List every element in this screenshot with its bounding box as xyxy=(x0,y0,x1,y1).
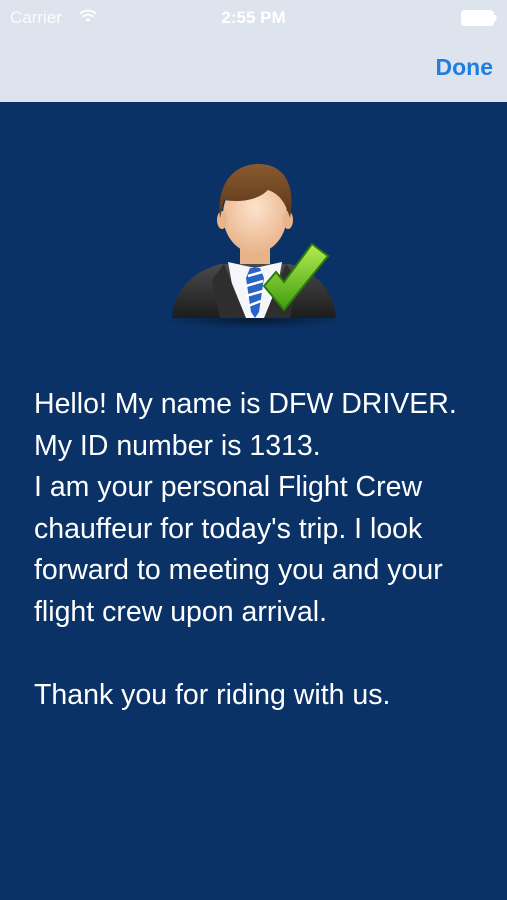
driver-greeting-message: Hello! My name is DFW DRIVER. My ID numb… xyxy=(34,388,457,711)
status-time: 2:55 PM xyxy=(221,8,286,27)
navigation-bar: Carrier 2:55 PM Done xyxy=(0,0,507,102)
done-button[interactable]: Done xyxy=(436,54,494,81)
battery-icon xyxy=(461,10,497,26)
driver-greeting-screen: Carrier 2:55 PM Done Hello! My name is D… xyxy=(0,0,507,900)
driver-avatar-checkmark-icon xyxy=(163,164,347,329)
status-bar: Carrier 2:55 PM xyxy=(0,0,507,36)
